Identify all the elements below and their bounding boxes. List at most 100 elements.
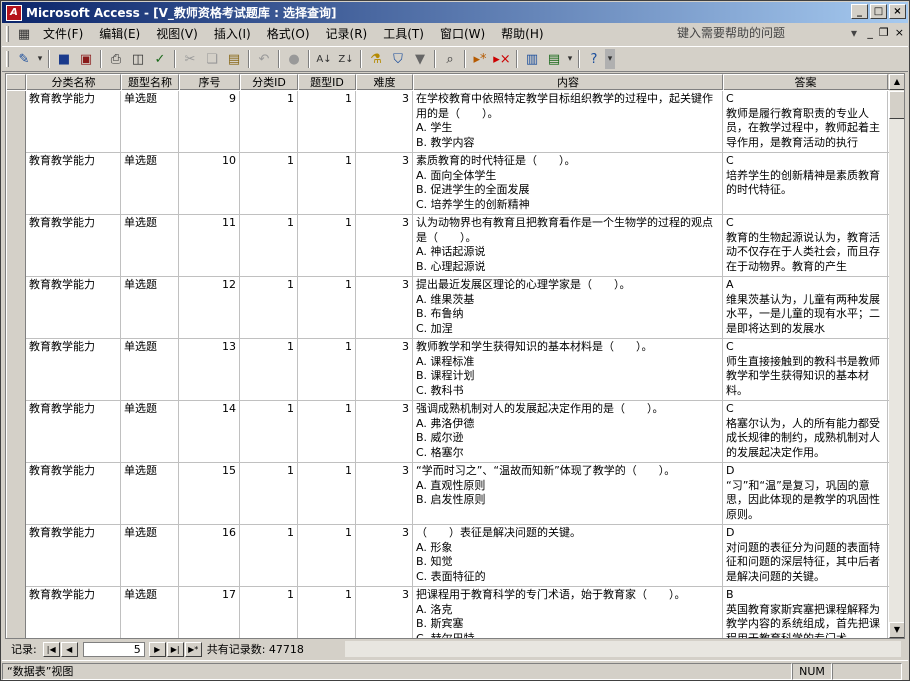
minimize-button[interactable]: _	[851, 4, 868, 19]
vertical-scrollbar[interactable]: ▲ ▼	[889, 74, 904, 638]
cell-seq[interactable]: 13	[179, 339, 240, 401]
cell-content[interactable]: “学而时习之”、“温故而知新”体现了教学的（ ）。 A. 直观性原则 B. 启发…	[413, 463, 723, 525]
row-selector[interactable]	[6, 339, 26, 401]
cell-category[interactable]: 教育教学能力	[26, 587, 121, 638]
doc-close-icon[interactable]: ×	[895, 26, 904, 39]
hyperlink-icon[interactable]: ●	[283, 48, 305, 70]
help-icon[interactable]: ?	[583, 48, 605, 70]
cell-content[interactable]: 素质教育的时代特征是（ ）。 A. 面向全体学生 B. 促进学生的全面发展 C.…	[413, 153, 723, 215]
cell-difficulty[interactable]: 3	[356, 91, 413, 153]
column-header-category[interactable]: 分类名称	[26, 74, 121, 90]
previous-record-icon[interactable]: ◀	[60, 641, 78, 657]
cell-content[interactable]: 认为动物界也有教育且把教育看作是一个生物学的过程的观点是（ ）。 A. 神话起源…	[413, 215, 723, 277]
toolbar-grip[interactable]	[6, 51, 9, 67]
cell-type[interactable]: 单选题	[121, 277, 179, 339]
menu-edit[interactable]: 编辑(E)	[91, 25, 148, 43]
cell-difficulty[interactable]: 3	[356, 339, 413, 401]
cell-difficulty[interactable]: 3	[356, 215, 413, 277]
chevron-down-icon[interactable]: ▾	[851, 25, 857, 42]
horizontal-scrollbar[interactable]	[345, 641, 901, 657]
table-row[interactable]: 教育教学能力 单选题 17 1 1 3 把课程用于教育科学的专门术语，始于教育家（ ）。 A…	[6, 587, 904, 638]
cell-content[interactable]: （ ）表征是解决问题的关键。 A. 形象 B. 知觉 C. 表面特征的	[413, 525, 723, 587]
cell-answer[interactable]: C 教育的生物起源说认为，教育活动不仅存在于人类社会，而且存在于动物界。教育的产…	[723, 215, 888, 277]
maximize-button[interactable]: □	[870, 4, 887, 19]
menu-records[interactable]: 记录(R)	[318, 25, 376, 43]
copy-icon[interactable]: ❏	[201, 48, 223, 70]
menu-window[interactable]: 窗口(W)	[432, 25, 493, 43]
new-object-icon[interactable]: ▤	[543, 48, 565, 70]
table-row[interactable]: 教育教学能力 单选题 16 1 1 3 （ ）表征是解决问题的关键。 A. 形象 B. 知觉…	[6, 525, 904, 587]
spelling-icon[interactable]: ✓	[149, 48, 171, 70]
chevron-down-icon[interactable]: ▾	[35, 48, 45, 70]
cell-category[interactable]: 教育教学能力	[26, 401, 121, 463]
cell-category[interactable]: 教育教学能力	[26, 277, 121, 339]
cell-type[interactable]: 单选题	[121, 587, 179, 638]
chevron-down-icon[interactable]: ▾	[565, 48, 575, 70]
cell-difficulty[interactable]: 3	[356, 153, 413, 215]
cell-difficulty[interactable]: 3	[356, 525, 413, 587]
column-header-answer[interactable]: 答案	[723, 74, 888, 90]
cell-answer[interactable]: C 格塞尔认为，人的所有能力都受成长规律的制约，成熟机制对人的发展起决定作用。	[723, 401, 888, 463]
next-record-icon[interactable]: ▶	[148, 641, 166, 657]
cell-difficulty[interactable]: 3	[356, 401, 413, 463]
cell-seq[interactable]: 16	[179, 525, 240, 587]
menu-format[interactable]: 格式(O)	[259, 25, 318, 43]
cell-answer[interactable]: C 师生直接接触到的教科书是教师教学和学生获得知识的基本材料。	[723, 339, 888, 401]
cell-category[interactable]: 教育教学能力	[26, 463, 121, 525]
cell-answer[interactable]: B 英国教育家斯宾塞把课程解释为教学内容的系统组成，首先把课程用于教育科学的专门…	[723, 587, 888, 638]
table-row[interactable]: 教育教学能力 单选题 11 1 1 3 认为动物界也有教育且把教育看作是一个生物学的过程的观…	[6, 215, 904, 277]
cell-type-id[interactable]: 1	[298, 91, 356, 153]
scroll-up-icon[interactable]: ▲	[889, 74, 904, 90]
delete-record-icon[interactable]: ▸×	[491, 48, 513, 70]
database-window-icon[interactable]: ▥	[521, 48, 543, 70]
table-row[interactable]: 教育教学能力 单选题 14 1 1 3 强调成熟机制对人的发展起决定作用的是（ ）。 A. …	[6, 401, 904, 463]
column-header-category-id[interactable]: 分类ID	[240, 74, 298, 90]
menu-tools[interactable]: 工具(T)	[375, 25, 432, 43]
cell-seq[interactable]: 17	[179, 587, 240, 638]
cell-type-id[interactable]: 1	[298, 463, 356, 525]
table-row[interactable]: 教育教学能力 单选题 15 1 1 3 “学而时习之”、“温故而知新”体现了教学的（ ）。 …	[6, 463, 904, 525]
cell-category[interactable]: 教育教学能力	[26, 525, 121, 587]
save-icon[interactable]: ■	[53, 48, 75, 70]
cell-type-id[interactable]: 1	[298, 277, 356, 339]
menu-view[interactable]: 视图(V)	[148, 25, 206, 43]
cell-answer[interactable]: C 教师是履行教育职责的专业人员，在教学过程中，教师起着主导作用，是教育活动的执…	[723, 91, 888, 153]
toolbar-options-icon[interactable]: ▾	[605, 49, 615, 69]
table-row[interactable]: 教育教学能力 单选题 10 1 1 3 素质教育的时代特征是（ ）。 A. 面向全体学生 B…	[6, 153, 904, 215]
cell-type[interactable]: 单选题	[121, 153, 179, 215]
row-selector[interactable]	[6, 587, 26, 638]
last-record-icon[interactable]: ▶|	[166, 641, 184, 657]
cell-category-id[interactable]: 1	[240, 215, 298, 277]
cell-answer[interactable]: D 对问题的表征分为问题的表面特征和问题的深层特征，其中后者是解决问题的关键。	[723, 525, 888, 587]
menu-grip[interactable]	[6, 26, 9, 42]
print-icon[interactable]: ⎙	[105, 48, 127, 70]
cell-seq[interactable]: 10	[179, 153, 240, 215]
cell-category[interactable]: 教育教学能力	[26, 91, 121, 153]
cell-type[interactable]: 单选题	[121, 525, 179, 587]
ask-question-box[interactable]: 键入需要帮助的问题 ▾	[677, 25, 857, 42]
find-icon[interactable]: ⌕	[439, 48, 461, 70]
row-selector[interactable]	[6, 401, 26, 463]
filter-by-selection-icon[interactable]: ⚗	[365, 48, 387, 70]
select-all-corner[interactable]	[6, 74, 26, 90]
table-row[interactable]: 教育教学能力 单选题 12 1 1 3 提出最近发展区理论的心理学家是（ ）。 A. 维果茨…	[6, 277, 904, 339]
column-header-content[interactable]: 内容	[413, 74, 723, 90]
scroll-down-icon[interactable]: ▼	[889, 622, 904, 638]
column-header-difficulty[interactable]: 难度	[356, 74, 413, 90]
cell-content[interactable]: 在学校教育中依照特定教学目标组织教学的过程中，起关键作用的是（ ）。 A. 学生…	[413, 91, 723, 153]
row-selector[interactable]	[6, 153, 26, 215]
doc-minimize-icon[interactable]: _	[867, 26, 873, 39]
cell-answer[interactable]: C 培养学生的创新精神是素质教育的时代特征。	[723, 153, 888, 215]
cell-seq[interactable]: 11	[179, 215, 240, 277]
cell-category-id[interactable]: 1	[240, 91, 298, 153]
first-record-icon[interactable]: |◀	[42, 641, 60, 657]
datasheet-grid[interactable]: 分类名称 题型名称 序号 分类ID 题型ID 难度 内容 答案 教育教学能力 单选…	[5, 73, 905, 639]
cell-category[interactable]: 教育教学能力	[26, 339, 121, 401]
cell-content[interactable]: 强调成熟机制对人的发展起决定作用的是（ ）。 A. 弗洛伊德 B. 威尔逊 C.…	[413, 401, 723, 463]
view-design-icon[interactable]: ✎	[13, 48, 35, 70]
cell-category-id[interactable]: 1	[240, 587, 298, 638]
menu-help[interactable]: 帮助(H)	[493, 25, 551, 43]
cell-type-id[interactable]: 1	[298, 525, 356, 587]
row-selector[interactable]	[6, 277, 26, 339]
cell-type-id[interactable]: 1	[298, 215, 356, 277]
